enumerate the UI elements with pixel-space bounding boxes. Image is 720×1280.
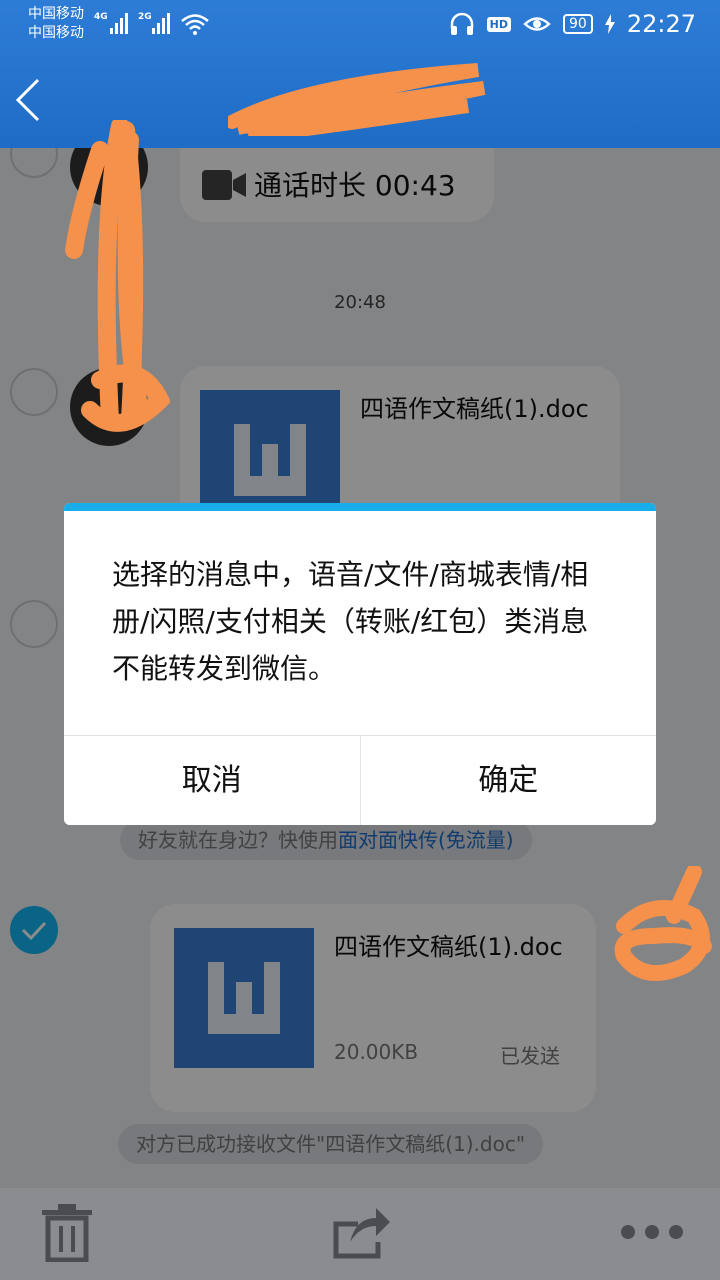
- carrier-labels: 中国移动 中国移动: [28, 5, 84, 43]
- redacted-avatar-scribble: [614, 866, 712, 981]
- confirm-button[interactable]: 确定: [360, 736, 656, 825]
- wifi-icon: [181, 14, 209, 35]
- dialog-accent-bar: [64, 503, 656, 511]
- carrier-1: 中国移动: [28, 6, 84, 22]
- trash-icon[interactable]: [40, 1204, 94, 1262]
- status-right: HD 90 22:27: [449, 10, 696, 38]
- status-time: 22:27: [626, 10, 696, 38]
- battery-level: 90: [563, 14, 593, 34]
- dialog-actions: 取消 确定: [64, 735, 656, 825]
- redacted-avatar-scribble: [65, 120, 170, 432]
- signal-bars-1-icon: [110, 12, 128, 34]
- hd-badge: HD: [486, 16, 511, 32]
- network-type-1: 4G: [94, 12, 108, 22]
- multi-select-toolbar: [0, 1188, 720, 1280]
- network-type-2: 2G: [138, 12, 152, 22]
- charging-icon: [604, 14, 615, 34]
- eye-icon: [523, 17, 551, 31]
- more-dots-icon[interactable]: [620, 1224, 684, 1240]
- dialog-message: 选择的消息中，语音/文件/商城表情/相册/闪照/支付相关（转账/红包）类消息不能…: [112, 558, 589, 685]
- carrier-2: 中国移动: [28, 25, 84, 41]
- headphones-icon: [450, 12, 473, 35]
- share-icon[interactable]: [332, 1204, 390, 1260]
- back-arrow-icon[interactable]: [14, 78, 42, 122]
- forward-warning-dialog: 选择的消息中，语音/文件/商城表情/相册/闪照/支付相关（转账/红包）类消息不能…: [64, 503, 656, 825]
- status-bar: 中国移动 中国移动 4G 2G HD 90 22:27: [0, 0, 720, 52]
- cancel-button[interactable]: 取消: [64, 736, 361, 825]
- signal-bars-2-icon: [152, 12, 170, 34]
- redacted-title-scribble: [228, 63, 486, 136]
